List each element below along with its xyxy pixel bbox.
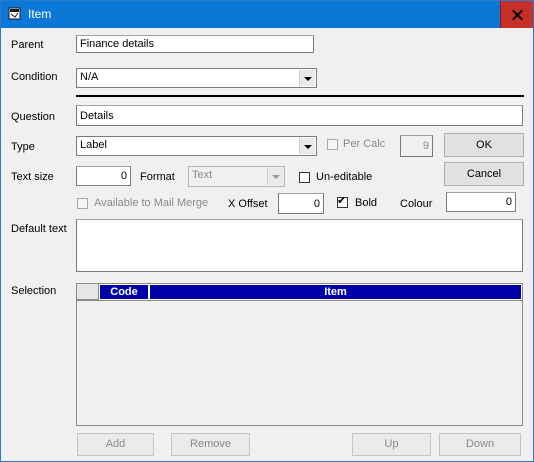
un-editable-label: Un-editable (316, 171, 373, 183)
cancel-button[interactable]: Cancel (444, 162, 524, 186)
condition-label: Condition (11, 71, 58, 83)
x-offset-label: X Offset (228, 198, 268, 210)
remove-button[interactable]: Remove (171, 433, 250, 456)
check-icon: ✔ (337, 195, 347, 207)
section-divider (76, 95, 524, 97)
grid-corner-cell[interactable] (77, 284, 99, 300)
type-select[interactable]: Label (76, 136, 317, 156)
window-icon (8, 7, 21, 20)
condition-select[interactable]: N/A (76, 68, 317, 88)
format-label: Format (140, 171, 175, 183)
colour-field[interactable]: 0 (446, 192, 516, 212)
bold-checkbox[interactable]: ✔ (337, 195, 348, 208)
title-bar[interactable]: Item (1, 1, 533, 28)
mail-merge-label: Available to Mail Merge (94, 197, 209, 209)
type-value: Label (80, 139, 107, 151)
selection-grid[interactable]: Code Item (76, 283, 523, 426)
per-calc-label: Per Calc (343, 138, 386, 150)
window-title: Item (28, 7, 52, 21)
add-button[interactable]: Add (77, 433, 154, 456)
chevron-down-icon[interactable] (267, 168, 283, 185)
grid-header-divider (77, 300, 522, 301)
up-button[interactable]: Up (352, 433, 431, 456)
default-text-label: Default text (11, 223, 67, 235)
bold-label: Bold (355, 197, 378, 209)
parent-label: Parent (11, 39, 44, 51)
parent-field[interactable]: Finance details (76, 35, 314, 53)
question-field[interactable]: Details (76, 105, 523, 126)
default-text-area[interactable] (76, 219, 523, 272)
per-calc-value-field[interactable]: 9 (400, 135, 433, 157)
question-label: Question (11, 111, 56, 123)
un-editable-checkbox[interactable] (299, 172, 310, 183)
mail-merge-checkbox[interactable] (77, 198, 88, 209)
type-label: Type (11, 141, 35, 153)
colour-label: Colour (400, 198, 433, 210)
chevron-down-icon[interactable] (299, 70, 315, 86)
grid-header-item[interactable]: Item (149, 284, 522, 300)
selection-label: Selection (11, 285, 57, 297)
x-offset-field[interactable]: 0 (278, 193, 324, 214)
down-button[interactable]: Down (439, 433, 521, 456)
chevron-down-icon[interactable] (299, 138, 315, 154)
ok-button[interactable]: OK (444, 133, 524, 157)
format-select[interactable]: Text (188, 166, 285, 187)
text-size-field[interactable]: 0 (76, 166, 131, 186)
text-size-label: Text size (11, 171, 54, 183)
grid-header-code[interactable]: Code (99, 284, 149, 300)
per-calc-checkbox[interactable] (327, 139, 338, 150)
item-dialog: Item Parent Finance details Condition N/… (0, 0, 534, 462)
condition-value: N/A (80, 71, 99, 83)
format-value: Text (192, 169, 213, 181)
close-button[interactable] (500, 1, 533, 28)
